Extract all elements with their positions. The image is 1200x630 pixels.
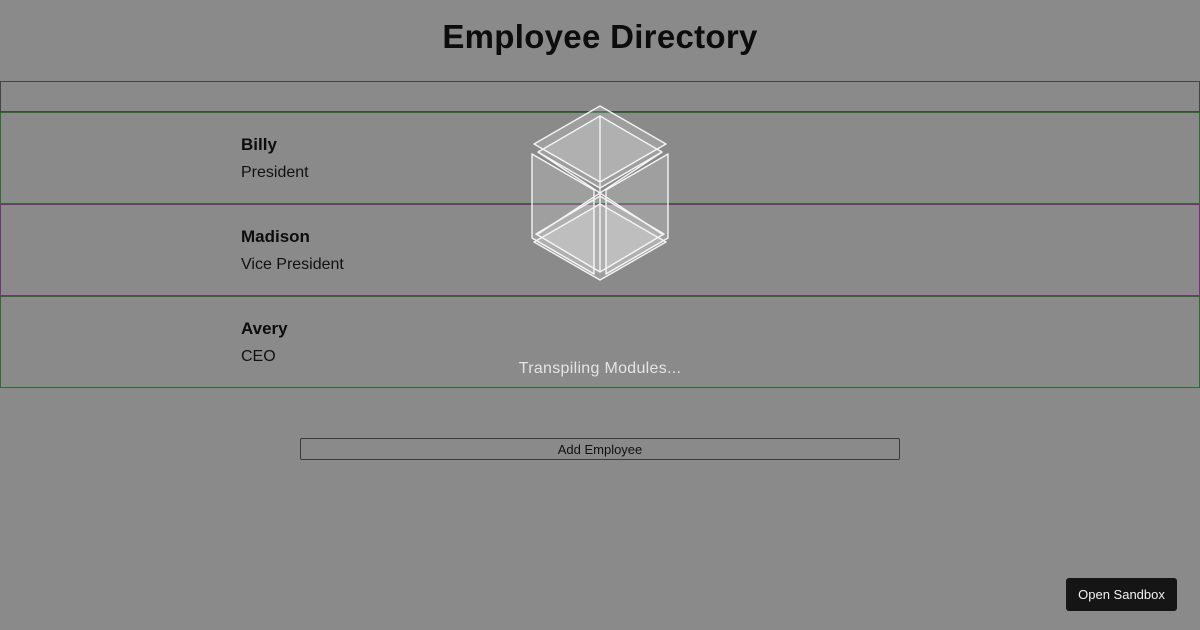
employee-name: Madison xyxy=(241,227,310,246)
open-sandbox-button[interactable]: Open Sandbox xyxy=(1066,578,1177,611)
employee-name: Avery xyxy=(241,319,288,338)
page-title: Employee Directory xyxy=(442,18,758,55)
employee-role: President xyxy=(241,164,309,181)
sandbox-cube-icon xyxy=(531,105,669,281)
page: Employee Directory Billy President Madis… xyxy=(0,0,1200,630)
loading-status-text: Transpiling Modules... xyxy=(518,360,682,377)
employee-name: Billy xyxy=(241,135,277,154)
add-employee-button[interactable]: Add Employee xyxy=(300,438,900,460)
employee-role: Vice President xyxy=(241,256,344,273)
